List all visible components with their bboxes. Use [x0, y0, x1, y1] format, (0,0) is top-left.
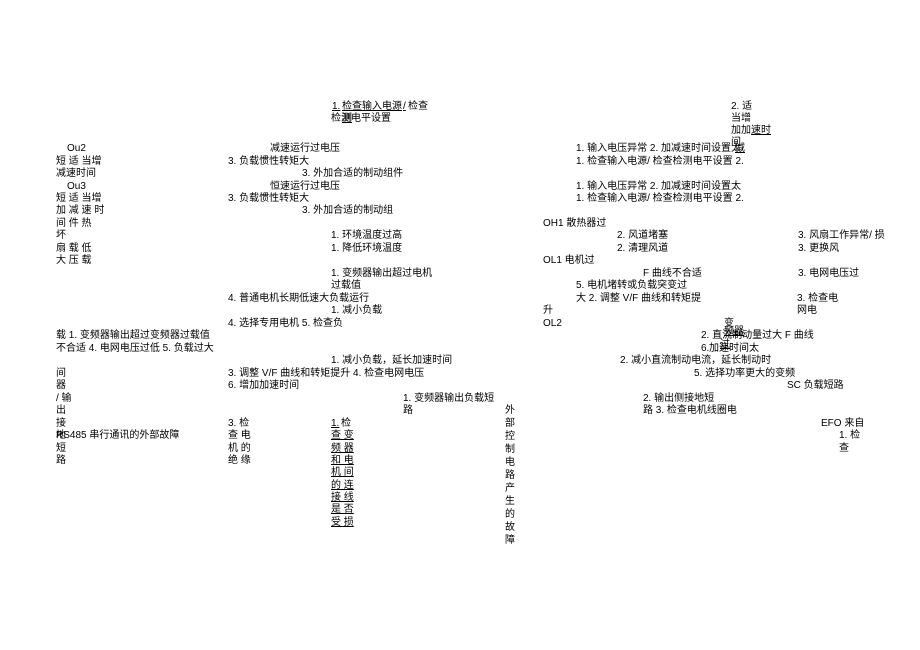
- text-t56: 6. 增加加速时间: [228, 379, 299, 392]
- text-t29: 1. 降低环境温度: [331, 242, 402, 255]
- text-t80: 是 否: [331, 503, 354, 516]
- text-t5u: 测: [342, 112, 352, 125]
- text-t37: 5. 电机堵转或负载突变过: [576, 279, 687, 292]
- text-t41: 1. 减小负载: [331, 304, 382, 317]
- text-oh1: OH1 散热器过: [543, 217, 606, 230]
- text-t51: 2. 减小直流制动电流，延长制动时: [620, 354, 771, 367]
- text-t61: 路: [403, 404, 413, 417]
- text-t9: 减速运行过电压: [270, 142, 340, 155]
- text-t21: 加 减 速 时: [56, 204, 104, 217]
- text-t19: 3. 负载惯性转矩大: [228, 192, 309, 205]
- text-t48: 不合适 4. 电网电压过低 5. 负载过大: [56, 342, 214, 355]
- text-t54: 5. 选择功率更大的变频: [694, 367, 795, 380]
- text-t47: 2. 直流制动量过大 F 曲线: [701, 329, 814, 342]
- text-t67: 1. 检: [839, 429, 860, 442]
- text-t68: 查 电: [228, 429, 251, 442]
- text-t72: 查: [839, 442, 849, 455]
- text-t39: 大 2. 调整 V/F 曲线和转矩提: [576, 292, 701, 305]
- vtext-v1: 外部控制电路产生的故障: [505, 404, 515, 547]
- text-t10: 1. 输入电压异常 2. 加减速时间设置太: [576, 142, 741, 155]
- text-t36: 过载值: [331, 279, 361, 292]
- text-t25: 1. 环境温度过高: [331, 229, 402, 242]
- text-t55: 器: [56, 379, 66, 392]
- text-t47b: 频器: [724, 325, 744, 338]
- text-t26: 2. 风道堵塞: [617, 229, 668, 242]
- text-ou2: Ou2: [67, 142, 86, 155]
- text-t42: 升: [543, 304, 553, 317]
- text-t13: 1. 检查输入电源/ 检查检测电平设置 2.: [576, 155, 744, 168]
- text-t69: 查 变: [331, 429, 354, 442]
- text-t44: 4. 选择专用电机 5. 检查负: [228, 317, 343, 330]
- text-t30: 2. 清理风道: [617, 242, 668, 255]
- text-t81: 受 损: [331, 516, 354, 529]
- text-ol2: OL2: [543, 317, 562, 330]
- text-t58: 1. 变频器输出负载短: [403, 392, 494, 405]
- text-t8b: 速时: [751, 124, 771, 137]
- text-t27: 3. 风扇工作异常/ 损: [798, 229, 885, 242]
- text-t76: 路: [56, 454, 66, 467]
- text-t77: 机 间: [331, 466, 354, 479]
- text-t32: 大 压 载: [56, 254, 92, 267]
- text-t15: 3. 外加合适的制动组件: [302, 167, 403, 180]
- text-t3: /: [403, 100, 406, 113]
- text-t60: 出: [56, 404, 66, 417]
- text-t43: 网电: [797, 304, 817, 317]
- text-t62: 路 3. 检查电机线圈电: [643, 404, 737, 417]
- text-t10b: 减: [735, 142, 745, 155]
- text-rs485: RS485 串行通讯的外部故障: [56, 429, 179, 442]
- text-t22: 3. 外加合适的制动组: [302, 204, 393, 217]
- text-t4: 检查: [408, 100, 428, 113]
- text-t14: 减速时间: [56, 167, 96, 180]
- text-t46: 载 1. 变频器输出超过变频器过载值: [56, 329, 210, 342]
- text-t49c: 过: [720, 338, 730, 351]
- text-t5: 检测电平设置: [331, 112, 391, 125]
- text-t35: 3. 电网电压过: [798, 267, 859, 280]
- text-t74: 绝 缘: [228, 454, 251, 467]
- text-t50: 1. 减小负载，延长加速时间: [331, 354, 452, 367]
- text-t20: 1. 检查输入电源/ 检查检测电平设置 2.: [576, 192, 744, 205]
- text-t12: 3. 负载惯性转矩大: [228, 155, 309, 168]
- text-t31: 3. 更换风: [798, 242, 839, 255]
- text-ol1: OL1 电机过: [543, 254, 595, 267]
- text-t24: 坏: [56, 229, 66, 242]
- text-sc: SC 负载短路: [787, 379, 844, 392]
